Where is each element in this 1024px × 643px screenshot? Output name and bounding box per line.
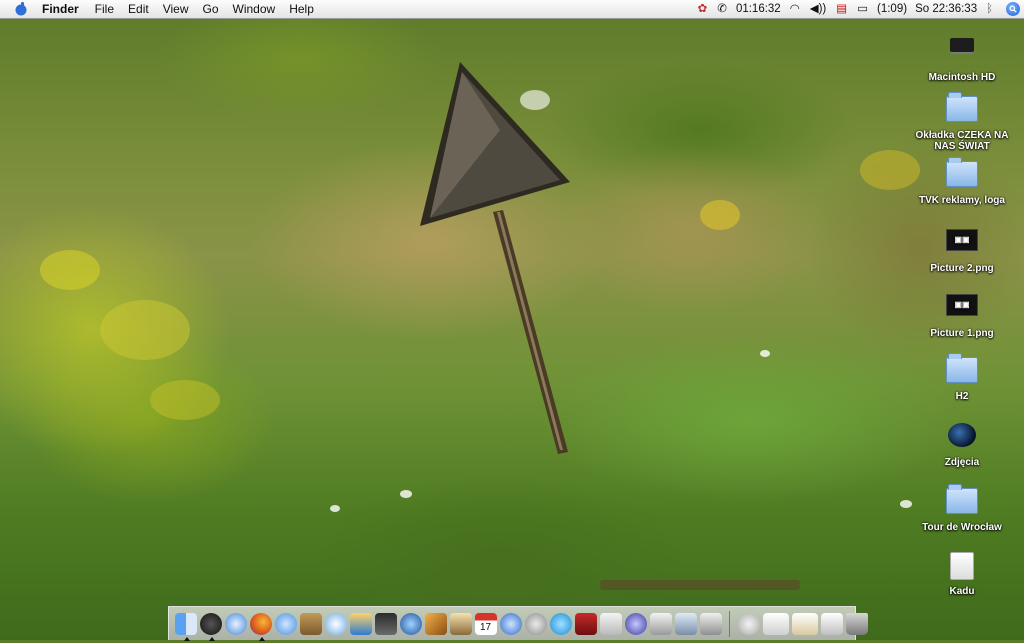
apple-support-dock-icon[interactable]	[599, 612, 622, 635]
camera-icon	[948, 423, 976, 447]
desktop-icon-picture-1[interactable]: ▣▣ Picture 1.png	[907, 288, 1017, 339]
status-app-icon[interactable]: ✿	[698, 0, 708, 18]
battery-time[interactable]: (1:09)	[877, 0, 907, 18]
desktop-icon-label: Picture 1.png	[930, 328, 994, 339]
menu-window[interactable]: Window	[226, 0, 283, 18]
desktop-icon-macintosh-hd[interactable]: Macintosh HD	[907, 30, 1017, 83]
battery-icon[interactable]: ▭	[857, 0, 868, 18]
desktop-icon-okladka[interactable]: Okładka CZEKA NA NAS ŚWIAT	[907, 92, 1017, 152]
image-file-icon: ▣▣	[946, 229, 978, 251]
volume-icon[interactable]: ◀))	[810, 0, 827, 18]
hard-drive-icon	[950, 38, 974, 52]
menu-view[interactable]: View	[156, 0, 196, 18]
menu-app-name[interactable]: Finder	[42, 0, 86, 18]
desktop-icon-label: Zdjęcia	[944, 457, 980, 468]
desktop-icon-tvk-reklamy[interactable]: TVK reklamy, loga	[907, 157, 1017, 206]
spotlight-icon[interactable]	[1006, 2, 1020, 16]
dock: 17	[168, 606, 868, 641]
desktop-icon-zdjecia[interactable]: Zdjęcia	[907, 419, 1017, 468]
iweb-dock-icon[interactable]	[449, 612, 472, 635]
flag-icon[interactable]: ▤	[836, 0, 847, 18]
desktop-wallpaper	[0, 0, 1024, 640]
idvd-dock-icon[interactable]	[399, 612, 422, 635]
menu-help[interactable]: Help	[282, 0, 321, 18]
ical-dock-icon[interactable]: 17	[474, 612, 497, 635]
iphoto-dock-icon[interactable]	[349, 612, 372, 635]
trash-icon[interactable]	[845, 612, 868, 635]
printer-dock-icon[interactable]	[699, 612, 722, 635]
dock-separator	[729, 610, 730, 637]
menubar-clock[interactable]: So 22:36:33	[915, 0, 977, 18]
folder-icon	[946, 157, 978, 187]
folder-icon	[946, 92, 978, 122]
disk-image-icon	[950, 552, 974, 580]
finder-dock-icon[interactable]	[174, 612, 197, 641]
desktop-icon-tour-de-wroclaw[interactable]: Tour de Wrocław	[907, 484, 1017, 533]
menu-file[interactable]: File	[88, 0, 121, 18]
desktop-icon-label: Okładka CZEKA NA NAS ŚWIAT	[915, 130, 1009, 152]
photo-booth-dock-icon[interactable]	[574, 612, 597, 635]
folder-icon	[946, 484, 978, 514]
quicktime-dock-icon[interactable]	[499, 612, 522, 635]
firefox-dock-icon[interactable]	[249, 612, 272, 641]
timer-icon[interactable]: ✆	[717, 0, 727, 18]
wifi-icon[interactable]: ◠	[790, 0, 800, 18]
address-book-dock-icon[interactable]	[299, 612, 322, 635]
desktop-icon-label: Macintosh HD	[928, 72, 996, 83]
desktop-icon-h2[interactable]: H2	[907, 353, 1017, 402]
menu-edit[interactable]: Edit	[121, 0, 156, 18]
desktop-icon-label: Picture 2.png	[930, 263, 994, 274]
mail-dock-icon[interactable]	[524, 612, 547, 635]
document-stack-icon-2[interactable]	[791, 612, 818, 635]
desktop-icon-kadu[interactable]: Kadu	[907, 549, 1017, 597]
imovie-dock-icon[interactable]	[374, 612, 397, 635]
document-stack-icon[interactable]	[762, 612, 789, 635]
timer-readout[interactable]: 01:16:32	[736, 0, 781, 18]
bluetooth-icon[interactable]: ᛒ	[986, 0, 993, 18]
garageband-dock-icon[interactable]	[424, 612, 447, 635]
image-file-icon: ▣▣	[946, 294, 978, 316]
menu-go[interactable]: Go	[196, 0, 226, 18]
apple-menu-icon[interactable]	[14, 2, 28, 16]
preview-dock-icon[interactable]	[649, 612, 672, 635]
desktop-icon-label: H2	[955, 391, 969, 402]
desktop-icon-picture-2[interactable]: ▣▣ Picture 2.png	[907, 223, 1017, 274]
folder-icon	[946, 353, 978, 383]
safari-dock-icon[interactable]	[224, 612, 247, 635]
dashboard-dock-icon[interactable]	[199, 612, 222, 641]
minimized-window-icon[interactable]	[820, 612, 843, 635]
desktop-icon-label: Tour de Wrocław	[922, 522, 1002, 533]
system-preferences-dock-icon[interactable]	[674, 612, 697, 635]
itunes-dock-icon[interactable]	[324, 612, 347, 635]
downloads-stack-icon[interactable]	[737, 612, 760, 635]
sync-dock-icon[interactable]	[624, 612, 647, 635]
triangle-sign-image	[420, 62, 570, 454]
desktop-icon-label: Kadu	[949, 586, 975, 597]
menu-bar: Finder File Edit View Go Window Help ✿ ✆…	[0, 0, 1024, 19]
gear-icon[interactable]	[549, 612, 572, 635]
desktop-icon-label: TVK reklamy, loga	[919, 195, 1005, 206]
ichat-dock-icon[interactable]	[274, 612, 297, 635]
